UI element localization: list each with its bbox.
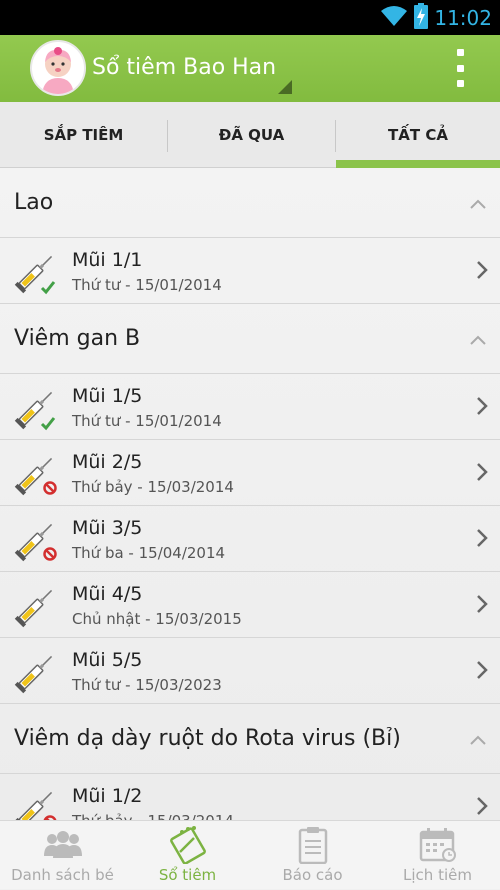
dose-date: Thứ bảy - 15/03/2014: [72, 812, 234, 820]
spinner-triangle-icon: [278, 80, 292, 94]
dose-date: Chủ nhật - 15/03/2015: [72, 610, 242, 628]
nav-vaccine-book[interactable]: Sổ tiêm: [125, 821, 250, 890]
dose-label: Mũi 4/5: [72, 583, 143, 605]
group-title: Viêm dạ dày ruột do Rota virus (Bỉ): [14, 726, 401, 751]
baby-avatar[interactable]: [30, 40, 86, 96]
child-name-spinner[interactable]: Sổ tiêm Bao Han: [92, 55, 276, 80]
dose-label: Mũi 2/5: [72, 451, 143, 473]
dose-date: Thứ tư - 15/03/2023: [72, 676, 222, 694]
people-icon: [42, 827, 84, 863]
chevron-right-icon: [476, 260, 488, 284]
dose-label: Mũi 3/5: [72, 517, 143, 539]
chevron-right-icon: [476, 660, 488, 684]
syringe-missed-icon: [12, 784, 60, 820]
nav-label: Danh sách bé: [11, 866, 114, 884]
group-title: Lao: [14, 190, 54, 215]
battery-icon: [414, 2, 429, 33]
dose-label: Mũi 5/5: [72, 649, 143, 671]
dose-date: Thứ ba - 15/04/2014: [72, 544, 226, 562]
chevron-right-icon: [476, 396, 488, 420]
list-item[interactable]: Mũi 1/2 Thứ bảy - 15/03/2014: [0, 774, 500, 820]
list-item[interactable]: Mũi 3/5 Thứ ba - 15/04/2014: [0, 506, 500, 572]
group-header-hepatitis-b[interactable]: Viêm gan B: [0, 304, 500, 374]
tab-selected-indicator: [336, 160, 500, 168]
nav-schedule[interactable]: Lịch tiêm: [375, 821, 500, 890]
nav-label: Lịch tiêm: [403, 866, 472, 884]
dose-label: Mũi 1/5: [72, 385, 143, 407]
wifi-icon: [380, 5, 408, 31]
tab-bar: SẮP TIÊM ĐÃ QUA TẤT CẢ: [0, 102, 500, 168]
syringe-icon: [12, 582, 60, 630]
syringe-missed-icon: [12, 450, 60, 498]
clipboard-icon: [298, 827, 328, 864]
syringe-icon: [12, 648, 60, 696]
tab-all[interactable]: TẤT CẢ: [336, 102, 500, 168]
nav-label: Sổ tiêm: [158, 866, 217, 884]
overflow-menu-icon[interactable]: [448, 49, 472, 87]
calendar-icon: [419, 827, 457, 863]
nav-label: Báo cáo: [282, 866, 343, 884]
group-header-lao[interactable]: Lao: [0, 168, 500, 238]
list-item[interactable]: Mũi 1/5 Thứ tư - 15/01/2014: [0, 374, 500, 440]
vaccine-list[interactable]: Lao Mũi 1/1 Thứ tư - 15/01/2014 Viêm gan…: [0, 168, 500, 820]
tab-upcoming[interactable]: SẮP TIÊM: [0, 102, 167, 168]
dose-date: Thứ tư - 15/01/2014: [72, 276, 222, 294]
group-title: Viêm gan B: [14, 326, 141, 351]
notebook-syringe-icon: [168, 826, 208, 864]
nav-reports[interactable]: Báo cáo: [250, 821, 375, 890]
tab-past[interactable]: ĐÃ QUA: [168, 102, 335, 168]
status-time: 11:02: [434, 5, 492, 30]
dose-label: Mũi 1/1: [72, 249, 143, 271]
chevron-up-icon: [470, 730, 486, 749]
list-item[interactable]: Mũi 1/1 Thứ tư - 15/01/2014: [0, 238, 500, 304]
dose-label: Mũi 1/2: [72, 785, 143, 807]
group-header-rotavirus[interactable]: Viêm dạ dày ruột do Rota virus (Bỉ): [0, 704, 500, 774]
nav-child-list[interactable]: Danh sách bé: [0, 821, 125, 890]
chevron-right-icon: [476, 796, 488, 820]
status-bar: 11:02: [0, 0, 500, 35]
bottom-navigation: Danh sách bé Sổ tiêm Báo cáo Lịch tiêm: [0, 820, 500, 889]
chevron-up-icon: [470, 194, 486, 213]
app-bar: Sổ tiêm Bao Han: [0, 35, 500, 102]
syringe-missed-icon: [12, 516, 60, 564]
syringe-done-icon: [12, 248, 60, 296]
dose-date: Thứ tư - 15/01/2014: [72, 412, 222, 430]
chevron-right-icon: [476, 594, 488, 618]
list-item[interactable]: Mũi 5/5 Thứ tư - 15/03/2023: [0, 638, 500, 704]
chevron-up-icon: [470, 330, 486, 349]
chevron-right-icon: [476, 462, 488, 486]
list-item[interactable]: Mũi 2/5 Thứ bảy - 15/03/2014: [0, 440, 500, 506]
chevron-right-icon: [476, 528, 488, 552]
syringe-done-icon: [12, 384, 60, 432]
dose-date: Thứ bảy - 15/03/2014: [72, 478, 234, 496]
list-item[interactable]: Mũi 4/5 Chủ nhật - 15/03/2015: [0, 572, 500, 638]
